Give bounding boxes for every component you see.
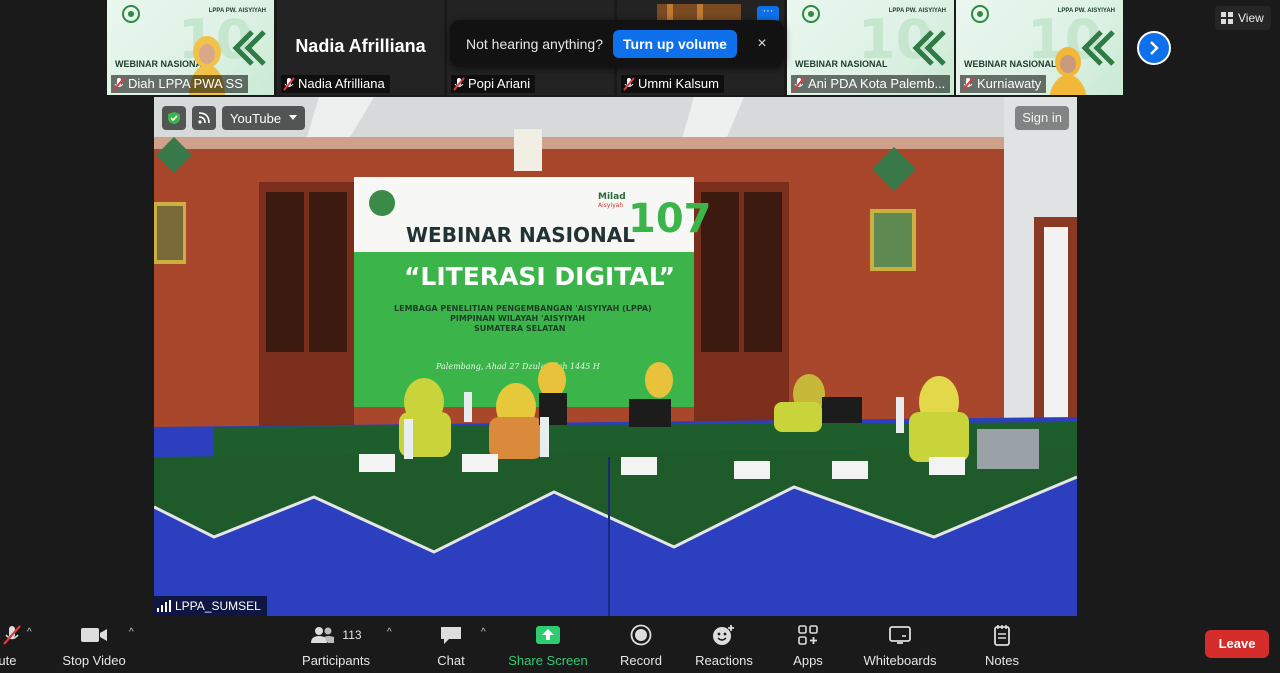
next-page-button[interactable] [1137,31,1171,65]
banner-line3: SUMATERA SELATAN [474,324,565,333]
participant-tile[interactable]: LPPA PW. AISYIYAH 107 WEBINAR NASIONAL K… [956,0,1123,95]
banner-title: WEBINAR NASIONAL [406,223,635,247]
whiteboard-icon [889,626,911,644]
chat-options-caret[interactable]: ^ [481,627,486,638]
reactions-button[interactable]: Reactions [694,623,754,669]
speaker-name-label: LPPA_SUMSEL [154,596,267,616]
grid-view-icon [1221,12,1233,24]
banner-line2: PIMPINAN WILAYAH 'AISYIYAH [450,314,585,323]
chat-bubble-icon [441,627,461,644]
main-video-feed[interactable]: Milad Aisyiyah 107 WEBINAR NASIONAL “LIT… [154,97,1077,616]
mic-muted-icon [283,77,295,91]
notes-button[interactable]: Notes [981,623,1023,669]
close-icon[interactable]: × [752,35,772,53]
participant-count: 113 [342,628,362,642]
banner-subtitle: “LITERASI DIGITAL” [404,262,675,291]
mic-muted-icon [3,625,21,645]
participant-name-label: Diah LPPA PWA SS [111,75,248,93]
turn-up-volume-button[interactable]: Turn up volume [613,29,737,58]
stop-video-button[interactable]: Stop Video [58,623,130,669]
chat-button[interactable]: Chat [430,623,472,669]
share-screen-button[interactable]: Share Screen [508,623,588,669]
sign-in-button[interactable]: Sign in [1015,106,1069,130]
participant-video-person [1049,47,1087,95]
participant-tile[interactable]: Nadia Afrilliana Nadia Afrilliana [277,0,444,95]
apps-icon [798,625,818,645]
participants-options-caret[interactable]: ^ [387,627,392,638]
share-screen-icon [536,626,560,644]
participants-icon [311,627,335,643]
banner-milad-sub: Aisyiyah [598,202,623,209]
chevron-decoration-icon [912,30,946,66]
banner-number: 107 [628,196,712,242]
record-icon [630,624,652,646]
youtube-overlay-bar: YouTube [162,106,306,130]
poster-title: WEBINAR NASIONAL [964,59,1057,69]
banner-line4: Palembang, Ahad 27 Dzulqa'dah 1445 H [435,362,601,371]
participants-button[interactable]: 113 Participants [300,623,372,669]
rss-feed-icon[interactable] [192,106,216,130]
participant-name-label: Ummi Kalsum [621,75,724,93]
leave-button[interactable]: Leave [1205,630,1269,658]
participant-name-label: Popi Ariani [451,75,536,93]
chevron-decoration-icon [232,30,266,66]
whiteboards-button[interactable]: Whiteboards [862,623,938,669]
participant-name-label: Nadia Afrilliana [281,75,390,93]
notes-icon [994,625,1010,646]
participant-tile[interactable]: LPPA PW. AISYIYAH 107 WEBINAR NASIONAL A… [787,0,954,95]
video-camera-icon [81,628,107,642]
muhammadiyah-logo-icon [971,5,989,23]
muhammadiyah-logo-icon [122,5,140,23]
mic-muted-icon [453,77,465,91]
notice-message: Not hearing anything? [466,35,603,52]
audio-notice-toast: Not hearing anything? Turn up volume × [450,20,784,67]
mute-options-caret[interactable]: ^ [27,627,32,638]
mic-muted-icon [113,77,125,91]
record-button[interactable]: Record [617,623,665,669]
mic-muted-icon [962,77,974,91]
muhammadiyah-logo-icon [802,5,820,23]
zoom-meeting-window: LPPA PW. AISYIYAH 107 WEBINAR NASIONAL D… [0,0,1280,673]
meeting-room-scene: Milad Aisyiyah 107 WEBINAR NASIONAL “LIT… [154,97,1077,616]
participant-name-label: Kurniawaty [960,75,1047,93]
source-dropdown[interactable]: YouTube [222,106,306,130]
apps-button[interactable]: Apps [787,623,829,669]
mic-muted-icon [623,77,635,91]
mic-muted-icon [793,77,805,91]
shield-check-icon[interactable] [162,106,186,130]
banner-milad: Milad [598,192,626,202]
participant-strip: LPPA PW. AISYIYAH 107 WEBINAR NASIONAL D… [0,0,1280,96]
signal-strength-icon [157,600,171,612]
participant-tile[interactable]: LPPA PW. AISYIYAH 107 WEBINAR NASIONAL D… [107,0,274,95]
chevron-down-icon [289,115,298,120]
participant-name-label: Ani PDA Kota Palemb... [791,75,951,93]
participant-display-name: Nadia Afrilliana [295,36,426,56]
chevron-right-icon [1150,41,1159,55]
smiley-plus-icon [713,625,734,645]
video-options-caret[interactable]: ^ [129,627,134,638]
meeting-toolbar: Mute ^ Stop Video ^ 113 Participants ^ C… [0,616,1280,673]
view-button[interactable]: View [1215,6,1271,30]
banner-line1: LEMBAGA PENELITIAN PENGEMBANGAN 'AISYIYA… [394,304,652,313]
poster-title: WEBINAR NASIONAL [795,59,888,69]
